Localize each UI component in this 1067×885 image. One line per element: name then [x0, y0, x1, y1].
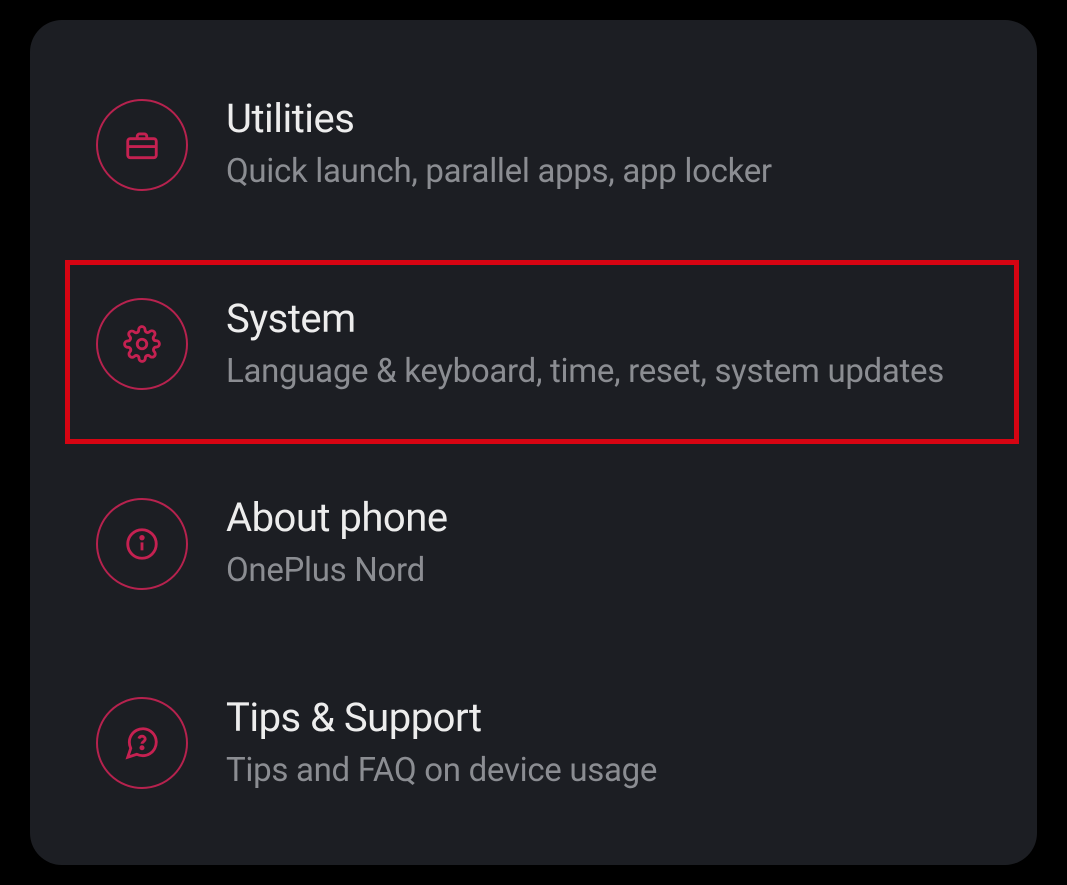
settings-item-text: System Language & keyboard, time, reset,… — [226, 295, 944, 395]
settings-item-subtitle: Tips and FAQ on device usage — [226, 749, 657, 794]
settings-item-text: About phone OnePlus Nord — [226, 494, 448, 594]
question-icon — [96, 697, 188, 789]
briefcase-icon — [96, 99, 188, 191]
settings-item-title: About phone — [226, 494, 448, 541]
settings-item-tips-support[interactable]: Tips & Support Tips and FAQ on device us… — [60, 674, 1007, 814]
settings-item-text: Utilities Quick launch, parallel apps, a… — [226, 95, 772, 195]
settings-item-subtitle: Quick launch, parallel apps, app locker — [226, 150, 772, 195]
settings-item-title: Utilities — [226, 95, 772, 142]
settings-item-subtitle: Language & keyboard, time, reset, system… — [226, 350, 944, 395]
settings-item-title: System — [226, 295, 944, 342]
settings-item-subtitle: OnePlus Nord — [226, 549, 448, 594]
settings-item-title: Tips & Support — [226, 694, 657, 741]
settings-card: Utilities Quick launch, parallel apps, a… — [30, 20, 1037, 865]
gear-icon — [96, 298, 188, 390]
settings-item-system[interactable]: System Language & keyboard, time, reset,… — [60, 275, 1007, 415]
info-icon — [96, 498, 188, 590]
settings-item-about-phone[interactable]: About phone OnePlus Nord — [60, 474, 1007, 614]
settings-item-utilities[interactable]: Utilities Quick launch, parallel apps, a… — [60, 75, 1007, 215]
settings-item-text: Tips & Support Tips and FAQ on device us… — [226, 694, 657, 794]
